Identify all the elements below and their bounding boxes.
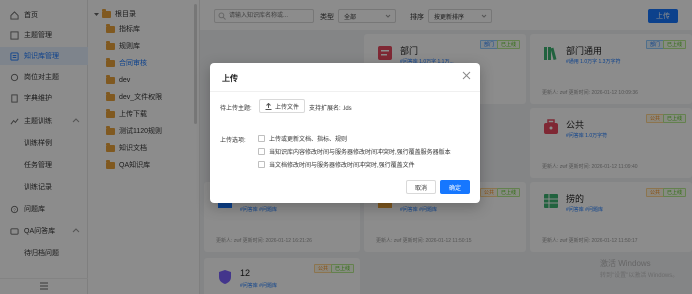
upload-icon — [265, 102, 272, 110]
close-icon[interactable] — [462, 71, 471, 80]
option-overwrite-file[interactable]: 当文档修改时间与服务器修改时间冲突时,强行覆盖文件 — [258, 160, 415, 169]
option-upload-update[interactable]: 上传或更新文档、指标、规则 — [258, 134, 347, 143]
checkbox[interactable] — [258, 148, 265, 155]
checkbox[interactable] — [258, 161, 265, 168]
cancel-button[interactable]: 取消 — [406, 180, 436, 194]
option-label: 当文档修改时间与服务器修改时间冲突时,强行覆盖文件 — [269, 163, 415, 169]
extension-note: 支持扩展名: .lds — [309, 106, 352, 112]
confirm-button[interactable]: 确定 — [440, 180, 470, 194]
upload-dialog: 上传 待上传主题: 上传文件 支持扩展名: .lds 上传选项: 上传或更新文档… — [210, 63, 480, 203]
option-label: 上传或更新文档、指标、规则 — [269, 137, 348, 143]
upload-file-button[interactable]: 上传文件 — [259, 99, 305, 113]
dialog-title: 上传 — [222, 74, 238, 83]
upload-file-label: 上传文件 — [274, 104, 299, 111]
dialog-divider — [210, 91, 480, 92]
checkbox[interactable] — [258, 135, 265, 142]
theme-label: 待上传主题: — [220, 106, 252, 112]
option-overwrite-server[interactable]: 当知识库内容修改时间与服务器修改时间冲突时,强行覆盖服务器版本 — [258, 147, 451, 156]
options-label: 上传选项: — [220, 138, 246, 144]
option-label: 当知识库内容修改时间与服务器修改时间冲突时,强行覆盖服务器版本 — [269, 150, 451, 156]
